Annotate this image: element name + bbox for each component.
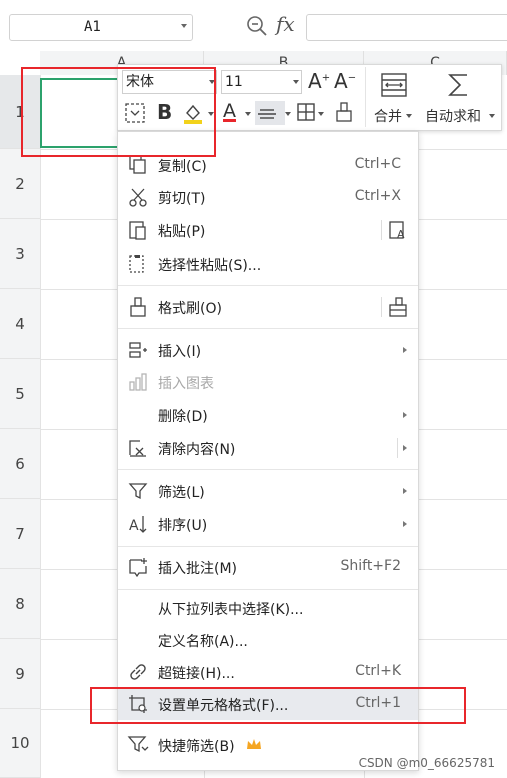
format-painter-icon[interactable] [334,101,354,123]
menu-item-clear-contents[interactable]: 清除内容(N) [118,432,418,464]
function-icon[interactable]: fx [276,12,295,36]
chevron-down-icon[interactable] [181,24,187,28]
menu-separator [118,546,418,547]
grid-line [40,75,41,778]
format-painter-icon [130,297,146,317]
menu-item-define-name[interactable]: 定义名称(A)... [118,624,418,656]
paste-special-icon [129,255,144,273]
decrease-font-size-button[interactable]: A− [334,69,356,93]
row-header[interactable]: 9 [0,639,40,709]
row-header[interactable]: 8 [0,569,40,639]
cut-icon [129,188,147,207]
toolbar-divider [365,67,366,127]
submenu-arrow-icon [403,347,407,353]
chart-icon [129,373,147,391]
chevron-down-icon[interactable] [489,114,495,118]
menu-divider [397,438,398,458]
name-box[interactable]: A1 [9,14,193,41]
menu-item-insert-comment[interactable]: 插入批注(M) Shift+F2 [118,551,418,583]
row-header[interactable]: 7 [0,499,40,569]
svg-text:A: A [129,518,139,534]
formula-bar: A1 fx [0,0,507,48]
align-center-icon[interactable] [255,101,285,125]
cell-reference: A1 [84,19,101,35]
menu-separator [118,328,418,329]
highlight-box-format-cells [90,687,466,724]
autosum-icon[interactable] [446,71,472,99]
row-header[interactable]: 6 [0,429,40,499]
menu-separator [118,469,418,470]
menu-separator [118,589,418,590]
menu-item-format-painter[interactable]: 格式刷(O) [118,291,418,323]
copy-icon [129,155,146,174]
quick-filter-icon [127,736,149,753]
sort-icon: A [129,516,147,534]
menu-item-insert[interactable]: 插入(I) [118,334,418,366]
menu-item-hyperlink[interactable]: 超链接(H)... Ctrl+K [118,656,418,688]
submenu-arrow-icon [403,521,407,527]
chevron-down-icon[interactable] [406,114,412,118]
menu-item-pick-from-list[interactable]: 从下拉列表中选择(K)... [118,592,418,624]
menu-item-filter[interactable]: 筛选(L) [118,475,418,507]
zoom-icon[interactable] [246,15,268,37]
chevron-down-icon[interactable] [285,112,291,116]
chevron-down-icon[interactable] [245,112,251,116]
chevron-down-icon[interactable] [318,112,324,116]
menu-item-paste[interactable]: 粘贴(P) A [118,214,418,246]
highlight-box-selected-cell [21,67,216,157]
menu-divider [381,220,382,240]
autosum-button[interactable]: 自动求和 [425,106,481,126]
svg-text:A: A [397,228,405,241]
menu-item-cut[interactable]: 剪切(T) Ctrl+X [118,181,418,213]
row-header[interactable]: 5 [0,359,40,429]
borders-icon[interactable] [296,102,316,122]
row-header[interactable]: 3 [0,219,40,289]
menu-item-delete[interactable]: 删除(D) [118,399,418,431]
formula-input[interactable] [306,14,507,41]
submenu-arrow-icon [403,445,407,451]
comment-icon [129,558,147,578]
insert-icon [129,342,147,358]
font-size-select[interactable]: 11 [221,70,302,94]
paste-icon [129,221,146,240]
font-color-button[interactable]: A [223,100,236,122]
eraser-icon [129,440,146,457]
increase-font-size-button[interactable]: A+ [308,69,330,93]
menu-item-sort[interactable]: A 排序(U) [118,508,418,540]
menu-item-paste-special[interactable]: 选择性粘贴(S)... [118,248,418,280]
merge-cells-icon[interactable] [380,72,408,98]
merge-button[interactable]: 合并 [374,106,402,126]
menu-item-insert-chart: 插入图表 [118,366,418,398]
menu-separator [118,285,418,286]
row-header[interactable]: 2 [0,149,40,219]
submenu-arrow-icon [403,488,407,494]
chevron-down-icon[interactable] [293,80,299,84]
watermark: CSDN @m0_66625781 [358,756,495,770]
row-header[interactable]: 4 [0,289,40,359]
filter-icon [128,483,148,500]
row-header[interactable]: 10 [0,709,40,778]
submenu-arrow-icon [403,412,407,418]
link-icon [130,664,146,680]
format-painter-multi-icon[interactable] [387,296,409,318]
paste-options-icon[interactable]: A [387,219,409,241]
crown-icon [247,739,261,749]
menu-divider [381,297,382,317]
